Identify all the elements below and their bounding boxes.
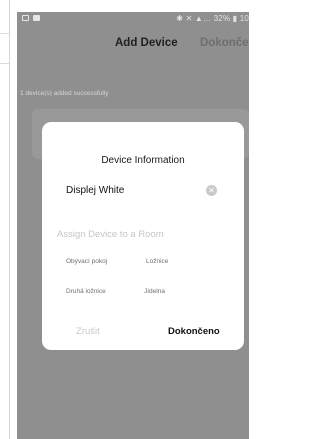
left-window-edge <box>0 0 10 439</box>
device-name-input[interactable] <box>66 182 216 198</box>
left-edge-segment <box>0 0 9 34</box>
phone-screen: ✱ ✕ ▲… 32% ▮ 10 Add Device Dokončen 1 de… <box>17 12 249 439</box>
image-notification-icon <box>22 15 29 21</box>
dialog-title: Device Information <box>101 155 185 166</box>
status-left-icons <box>22 15 40 21</box>
room-option-second-bedroom[interactable]: Druhá ložnice <box>66 288 106 295</box>
screenshot-stage: ✱ ✕ ▲… 32% ▮ 10 Add Device Dokončen 1 de… <box>0 0 249 439</box>
header-done-button[interactable]: Dokončen <box>200 37 249 49</box>
room-option-dining-room[interactable]: Jídelna <box>144 288 165 295</box>
left-edge-segment <box>0 34 9 64</box>
clear-icon[interactable]: ✕ <box>206 185 217 196</box>
status-bar: ✱ ✕ ▲… 32% ▮ 10 <box>17 12 249 26</box>
app-header: Add Device Dokončen <box>17 26 249 66</box>
cancel-button[interactable]: Zrušit <box>76 326 100 337</box>
status-indicators: ✱ ✕ ▲… 32% ▮ 10 <box>176 14 249 23</box>
device-information-dialog: Device Information ✕ Assign Device to a … <box>42 122 244 350</box>
room-option-bedroom[interactable]: Ložnice <box>146 258 168 265</box>
room-section-heading: Assign Device to a Room <box>57 229 164 240</box>
message-notification-icon <box>33 15 40 21</box>
success-message: 1 device(s) added successfully <box>20 90 109 97</box>
page-title: Add Device <box>115 37 178 49</box>
done-button[interactable]: Dokončeno <box>168 326 220 337</box>
room-option-living-room[interactable]: Obývací pokoj <box>66 258 107 265</box>
